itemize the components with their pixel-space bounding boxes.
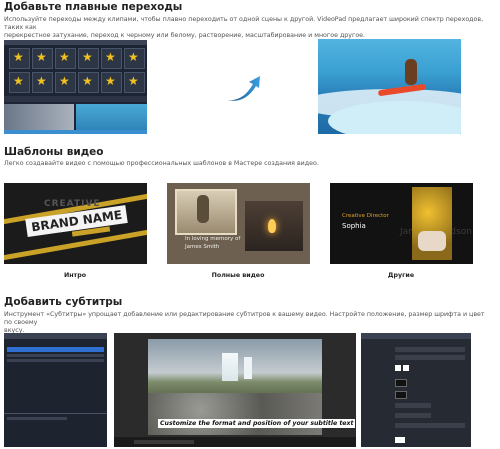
section-title-subtitles: Добавить субтитры	[4, 296, 123, 308]
subtitle-video-preview: Customize the format and position of you…	[114, 333, 356, 447]
description-line: Легко создавайте видео с помощью професс…	[4, 160, 319, 167]
subtitle-format-panel	[361, 333, 471, 447]
star-icon: ★	[128, 74, 139, 88]
memory-line-1: In loving memory of	[185, 236, 241, 242]
template-full-video-preview[interactable]: In loving memory of James Smith	[167, 183, 310, 264]
template-caption: Другие	[387, 272, 415, 279]
star-icon: ★	[128, 50, 139, 64]
subtitles-description: Инструмент «Субтитры» упрощает добавлени…	[4, 311, 494, 335]
star-icon: ★	[13, 50, 24, 64]
templates-description: Легко создавайте видео с помощью професс…	[4, 160, 494, 168]
star-icon: ★	[82, 50, 93, 64]
template-person: Sophia	[342, 222, 366, 230]
template-role: Creative Director	[342, 213, 389, 219]
template-other-preview[interactable]: Creative Director Sophia James Davidson	[330, 183, 473, 264]
section-title-templates: Шаблоны видео	[4, 146, 104, 158]
description-line: Инструмент «Субтитры» упрощает добавлени…	[4, 311, 485, 326]
star-icon: ★	[36, 74, 47, 88]
star-icon: ★	[105, 50, 116, 64]
template-caption: Интро	[63, 272, 87, 279]
star-icon: ★	[13, 74, 24, 88]
arrow-icon	[227, 76, 260, 101]
template-intro-preview[interactable]: CREATIVE BRAND NAME	[4, 183, 147, 264]
star-icon: ★	[59, 50, 70, 64]
template-caption: Полные видео	[211, 272, 265, 279]
star-icon: ★	[59, 74, 70, 88]
star-icon: ★	[82, 74, 93, 88]
template-banner-text: CREATIVE	[44, 199, 101, 209]
memory-line-2: James Smith	[185, 244, 220, 250]
transitions-panel-screenshot: ★ ★ ★ ★ ★ ★ ★ ★ ★ ★ ★ ★	[4, 40, 147, 134]
subtitle-list-panel	[4, 333, 107, 447]
star-icon: ★	[105, 74, 116, 88]
transitions-description: Используйте переходы между клипами, чтоб…	[4, 16, 494, 40]
section-title-transitions: Добавьте плавные переходы	[4, 1, 183, 13]
surfer-photo	[318, 39, 461, 134]
description-line: Используйте переходы между клипами, чтоб…	[4, 16, 484, 31]
subtitle-example-text: Customize the format and position of you…	[158, 419, 356, 428]
star-icon: ★	[36, 50, 47, 64]
